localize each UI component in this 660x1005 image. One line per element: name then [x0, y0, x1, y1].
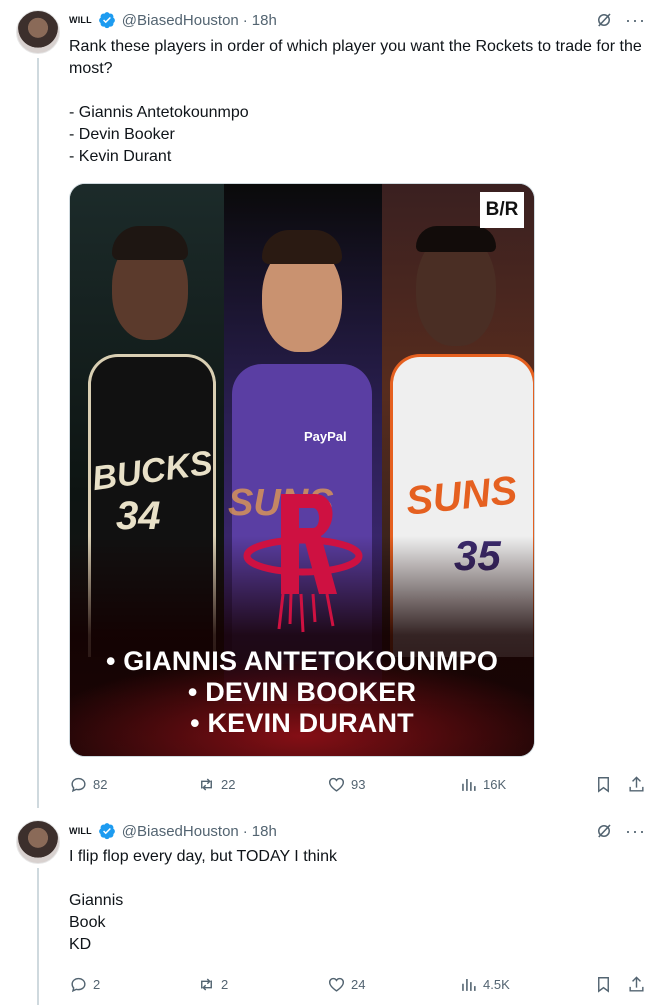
- share-icon[interactable]: [627, 975, 646, 994]
- giannis-hair: [112, 226, 188, 260]
- author-handle[interactable]: @BiasedHouston: [122, 823, 239, 840]
- tweet-actions: 2 2 24 4.5K: [69, 974, 646, 994]
- bookmark-icon[interactable]: [594, 975, 613, 994]
- views-count: 16K: [483, 776, 507, 792]
- caption-line-1: • GIANNIS ANTETOKOUNMPO: [105, 646, 499, 676]
- verified-badge-icon: [98, 823, 115, 840]
- views-icon: [462, 978, 476, 991]
- author-name[interactable]: WILL: [69, 15, 92, 25]
- tweet-2[interactable]: WILL @BiasedHouston · 18h ··· I flip flo…: [0, 808, 660, 1005]
- tweet-image[interactable]: BUCKS 34 PayPal SUNS SUNS 35 B/R: [69, 183, 535, 757]
- reply-count: 82: [93, 776, 108, 792]
- repost-icon: [201, 977, 212, 991]
- tweet-1[interactable]: WILL @BiasedHouston · 18h ··· Rank these…: [0, 0, 660, 808]
- durant-hair: [416, 226, 496, 252]
- views-count: 4.5K: [483, 976, 510, 992]
- like-button[interactable]: 93: [327, 775, 459, 794]
- paypal-text: PayPal: [304, 429, 347, 444]
- like-count: 93: [351, 776, 366, 792]
- repost-count: 22: [221, 776, 236, 792]
- repost-count: 2: [221, 976, 229, 992]
- reply-button[interactable]: 2: [69, 975, 197, 994]
- thread-line: [37, 868, 39, 1005]
- grok-icon[interactable]: [595, 822, 613, 840]
- tweet-header: WILL @BiasedHouston · 18h ···: [69, 10, 646, 30]
- reply-button[interactable]: 82: [69, 775, 197, 794]
- tweet-text: Rank these players in order of which pla…: [69, 38, 642, 165]
- thread-line: [37, 58, 39, 808]
- avatar[interactable]: [16, 10, 60, 54]
- views-button[interactable]: 4.5K: [459, 975, 589, 994]
- like-icon: [328, 977, 345, 992]
- grok-icon[interactable]: [595, 11, 613, 29]
- repost-button[interactable]: 22: [197, 775, 327, 794]
- repost-button[interactable]: 2: [197, 975, 327, 994]
- views-icon: [462, 778, 476, 791]
- repost-icon: [201, 777, 212, 791]
- like-icon: [328, 777, 345, 792]
- bleacher-report-logo: B/R: [480, 192, 524, 228]
- more-icon[interactable]: ···: [625, 11, 646, 29]
- tweet-text: I flip flop every day, but TODAY I think…: [69, 848, 337, 953]
- views-button[interactable]: 16K: [459, 775, 589, 794]
- reply-icon: [71, 777, 86, 792]
- tweet-header: WILL @BiasedHouston · 18h ···: [69, 821, 646, 841]
- separator-dot: ·: [242, 822, 248, 840]
- avatar[interactable]: [16, 820, 60, 864]
- reply-count: 2: [93, 976, 101, 992]
- tweet-actions: 82 22 93 16K: [69, 774, 646, 794]
- timestamp[interactable]: 18h: [252, 823, 277, 840]
- verified-badge-icon: [98, 12, 115, 29]
- more-icon[interactable]: ···: [625, 822, 646, 840]
- share-icon[interactable]: [627, 775, 646, 794]
- booker-hair: [262, 230, 342, 264]
- image-caption: • GIANNIS ANTETOKOUNMPO • DEVIN BOOKER •…: [70, 646, 534, 739]
- author-name[interactable]: WILL: [69, 826, 92, 836]
- reply-icon: [71, 977, 86, 992]
- like-count: 24: [351, 976, 366, 992]
- separator-dot: ·: [242, 11, 248, 29]
- like-button[interactable]: 24: [327, 975, 459, 994]
- bookmark-icon[interactable]: [594, 775, 613, 794]
- timestamp[interactable]: 18h: [252, 12, 277, 29]
- caption-line-3: • KEVIN DURANT: [190, 708, 414, 738]
- bucks-number: 34: [116, 494, 161, 538]
- author-handle[interactable]: @BiasedHouston: [122, 12, 239, 29]
- rockets-logo-icon: [243, 494, 363, 633]
- caption-line-2: • DEVIN BOOKER: [187, 677, 417, 707]
